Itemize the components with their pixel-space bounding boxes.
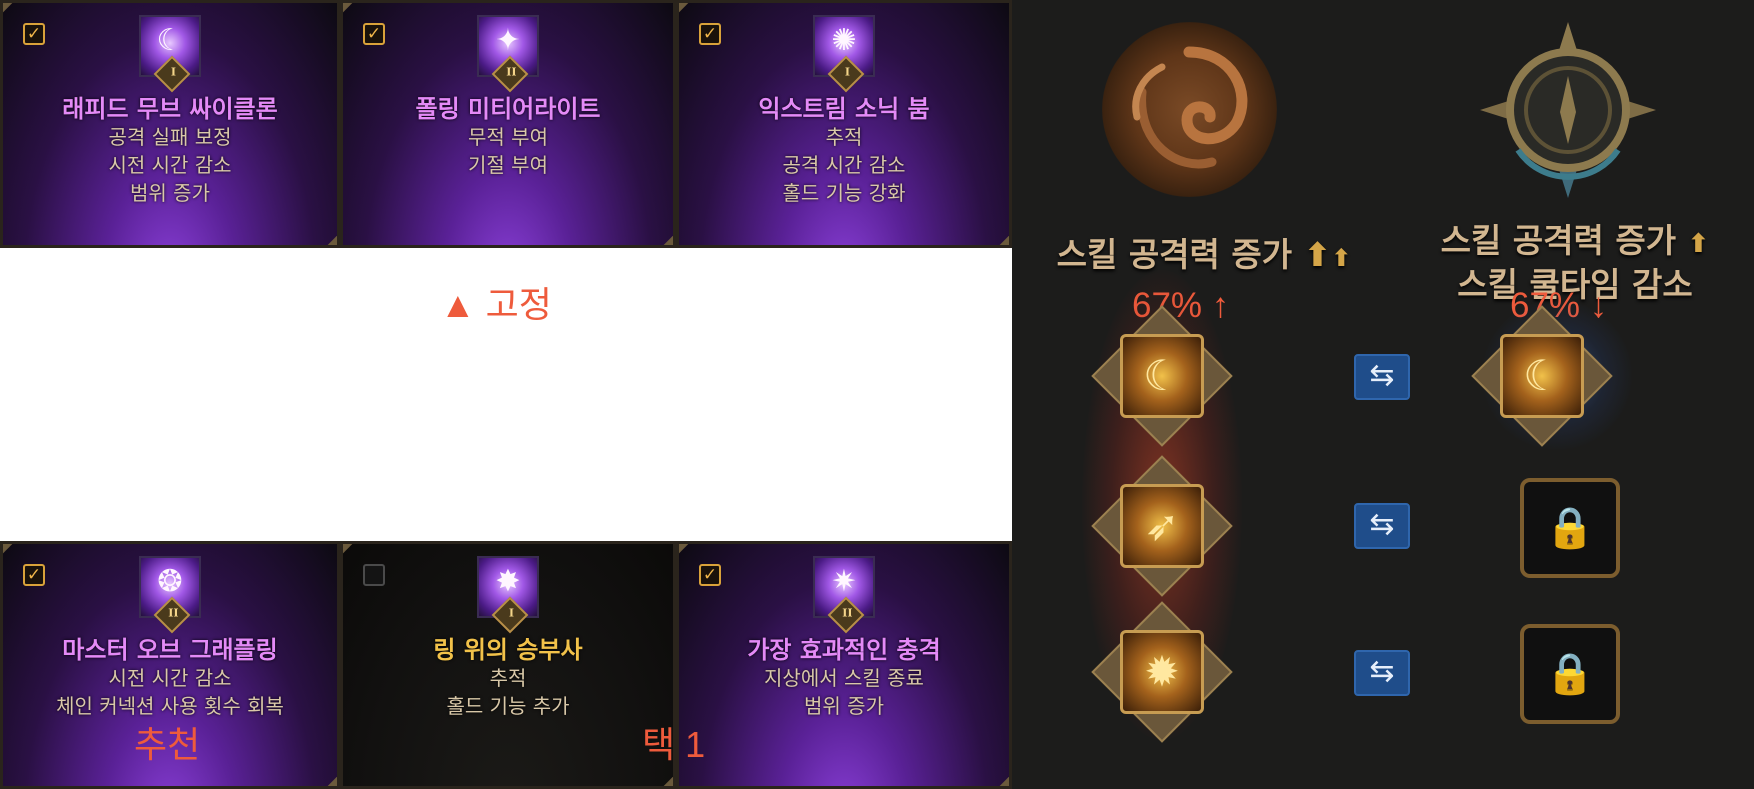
core-slot-left-2[interactable]: ➶: [1091, 455, 1233, 597]
rank-badge: I: [153, 55, 191, 93]
meteor-skill-icon: ✦ II: [477, 15, 539, 93]
dash-core-icon: ➶: [1120, 484, 1204, 568]
skill-title: 링 위의 승부사: [433, 636, 583, 664]
cyclone-core-icon: ☾: [1120, 334, 1204, 418]
checkbox-checked[interactable]: ✓: [23, 23, 45, 45]
skill-effect: 지상에서 스킬 종료: [764, 666, 924, 690]
impact-skill-icon: ✷ II: [813, 556, 875, 634]
lock-icon: 🔒: [1545, 651, 1595, 697]
swap-button[interactable]: ⇆: [1354, 503, 1410, 549]
skill-effect: 추적: [489, 666, 527, 690]
swap-button[interactable]: ⇆: [1354, 354, 1410, 400]
left-effect-label: 스킬 공격력 증가 ⬆⬆: [1056, 235, 1352, 274]
rank-badge: II: [491, 55, 529, 93]
skill-effect: 공격 실패 보정: [108, 125, 232, 149]
locked-slot: 🔒: [1520, 624, 1620, 724]
swap-button[interactable]: ⇆: [1354, 650, 1410, 696]
skill-effect: 홀드 기능 강화: [782, 181, 906, 205]
skill-effect: 범위 증가: [804, 694, 884, 718]
skill-card-ring-fighter[interactable]: ✓ ✸I 링 위의 승부사 추적 홀드 기능 추가: [340, 541, 676, 789]
spiral-emblem-icon: [1102, 22, 1277, 197]
skill-card-rapid-move-cyclone[interactable]: ✓ ☾ I 래피드 무브 싸이클론 공격 실패 보정 시전 시간 감소 범위 증가: [0, 0, 340, 248]
skill-effect: 홀드 기능 추가: [446, 694, 570, 718]
compass-emblem-icon: [1478, 20, 1658, 200]
up-arrow-icon: ⬆: [1303, 235, 1332, 274]
lock-icon: 🔒: [1545, 505, 1595, 551]
checkbox-checked[interactable]: ✓: [699, 23, 721, 45]
burst-core-icon: ✹: [1120, 630, 1204, 714]
core-slot-left-3[interactable]: ✹: [1091, 601, 1233, 743]
skill-effect: 추적: [825, 125, 863, 149]
checkbox-checked[interactable]: ✓: [23, 564, 45, 586]
locked-slot: 🔒: [1520, 478, 1620, 578]
rank-badge: II: [153, 596, 191, 634]
tripod-core-panel: 스킬 공격력 증가 ⬆⬆ 스킬 공격력 증가 ⬆ 스킬 쿨타임 감소 67% ↑…: [1012, 0, 1754, 789]
cyclone-skill-icon: ☾ I: [139, 15, 201, 93]
sonic-boom-skill-icon: ✺ I: [813, 15, 875, 93]
up-arrow-icon: ⬆: [1687, 229, 1710, 259]
skill-card-falling-meteorite[interactable]: ✓ ✦ II 폴링 미티어라이트 무적 부여 기절 부여: [340, 0, 676, 248]
checkbox-checked[interactable]: ✓: [699, 564, 721, 586]
skill-title: 가장 효과적인 충격: [747, 636, 941, 664]
ring-fighter-skill-icon: ✸ I: [477, 556, 539, 634]
skill-card-extreme-sonic-boom[interactable]: ✓ ✺ I 익스트림 소닉 붐 추적 공격 시간 감소 홀드 기능 강화: [676, 0, 1012, 248]
recommend-annotation: 추천: [134, 724, 201, 765]
rank-badge: II: [827, 596, 865, 634]
right-effect-label-1: 스킬 공격력 증가 ⬆: [1440, 221, 1710, 260]
pick-one-annotation: 택 1: [642, 724, 706, 765]
rank-badge: I: [827, 55, 865, 93]
skill-effect: 범위 증가: [130, 181, 210, 205]
core-slot-left-1[interactable]: ☾: [1091, 305, 1233, 447]
grappling-skill-icon: ❂ II: [139, 556, 201, 634]
up-arrow-icon: ⬆: [1331, 244, 1352, 272]
core-slot-right-1[interactable]: ☾: [1471, 305, 1613, 447]
skill-title: 마스터 오브 그래플링: [62, 636, 278, 664]
skill-effect: 시전 시간 감소: [108, 666, 232, 690]
skill-card-most-effective-impact[interactable]: ✓ ✷ II 가장 효과적인 충격 지상에서 스킬 종료 범위 증가: [676, 541, 1012, 789]
skill-effect: 시전 시간 감소: [108, 153, 232, 177]
skill-title: 폴링 미티어라이트: [415, 95, 601, 123]
fixed-annotation: ▲ 고정: [440, 284, 552, 325]
skill-title: 익스트림 소닉 붐: [758, 95, 930, 123]
rank-badge: I: [491, 596, 529, 634]
cyclone-core-icon: ☾: [1500, 334, 1584, 418]
skill-effect: 무적 부여: [468, 125, 548, 149]
skill-effect: 공격 시간 감소: [782, 153, 906, 177]
checkbox-checked[interactable]: ✓: [363, 23, 385, 45]
checkbox-unchecked[interactable]: ✓: [363, 564, 385, 586]
skill-title: 래피드 무브 싸이클론: [62, 95, 278, 123]
skill-effect: 기절 부여: [468, 153, 548, 177]
